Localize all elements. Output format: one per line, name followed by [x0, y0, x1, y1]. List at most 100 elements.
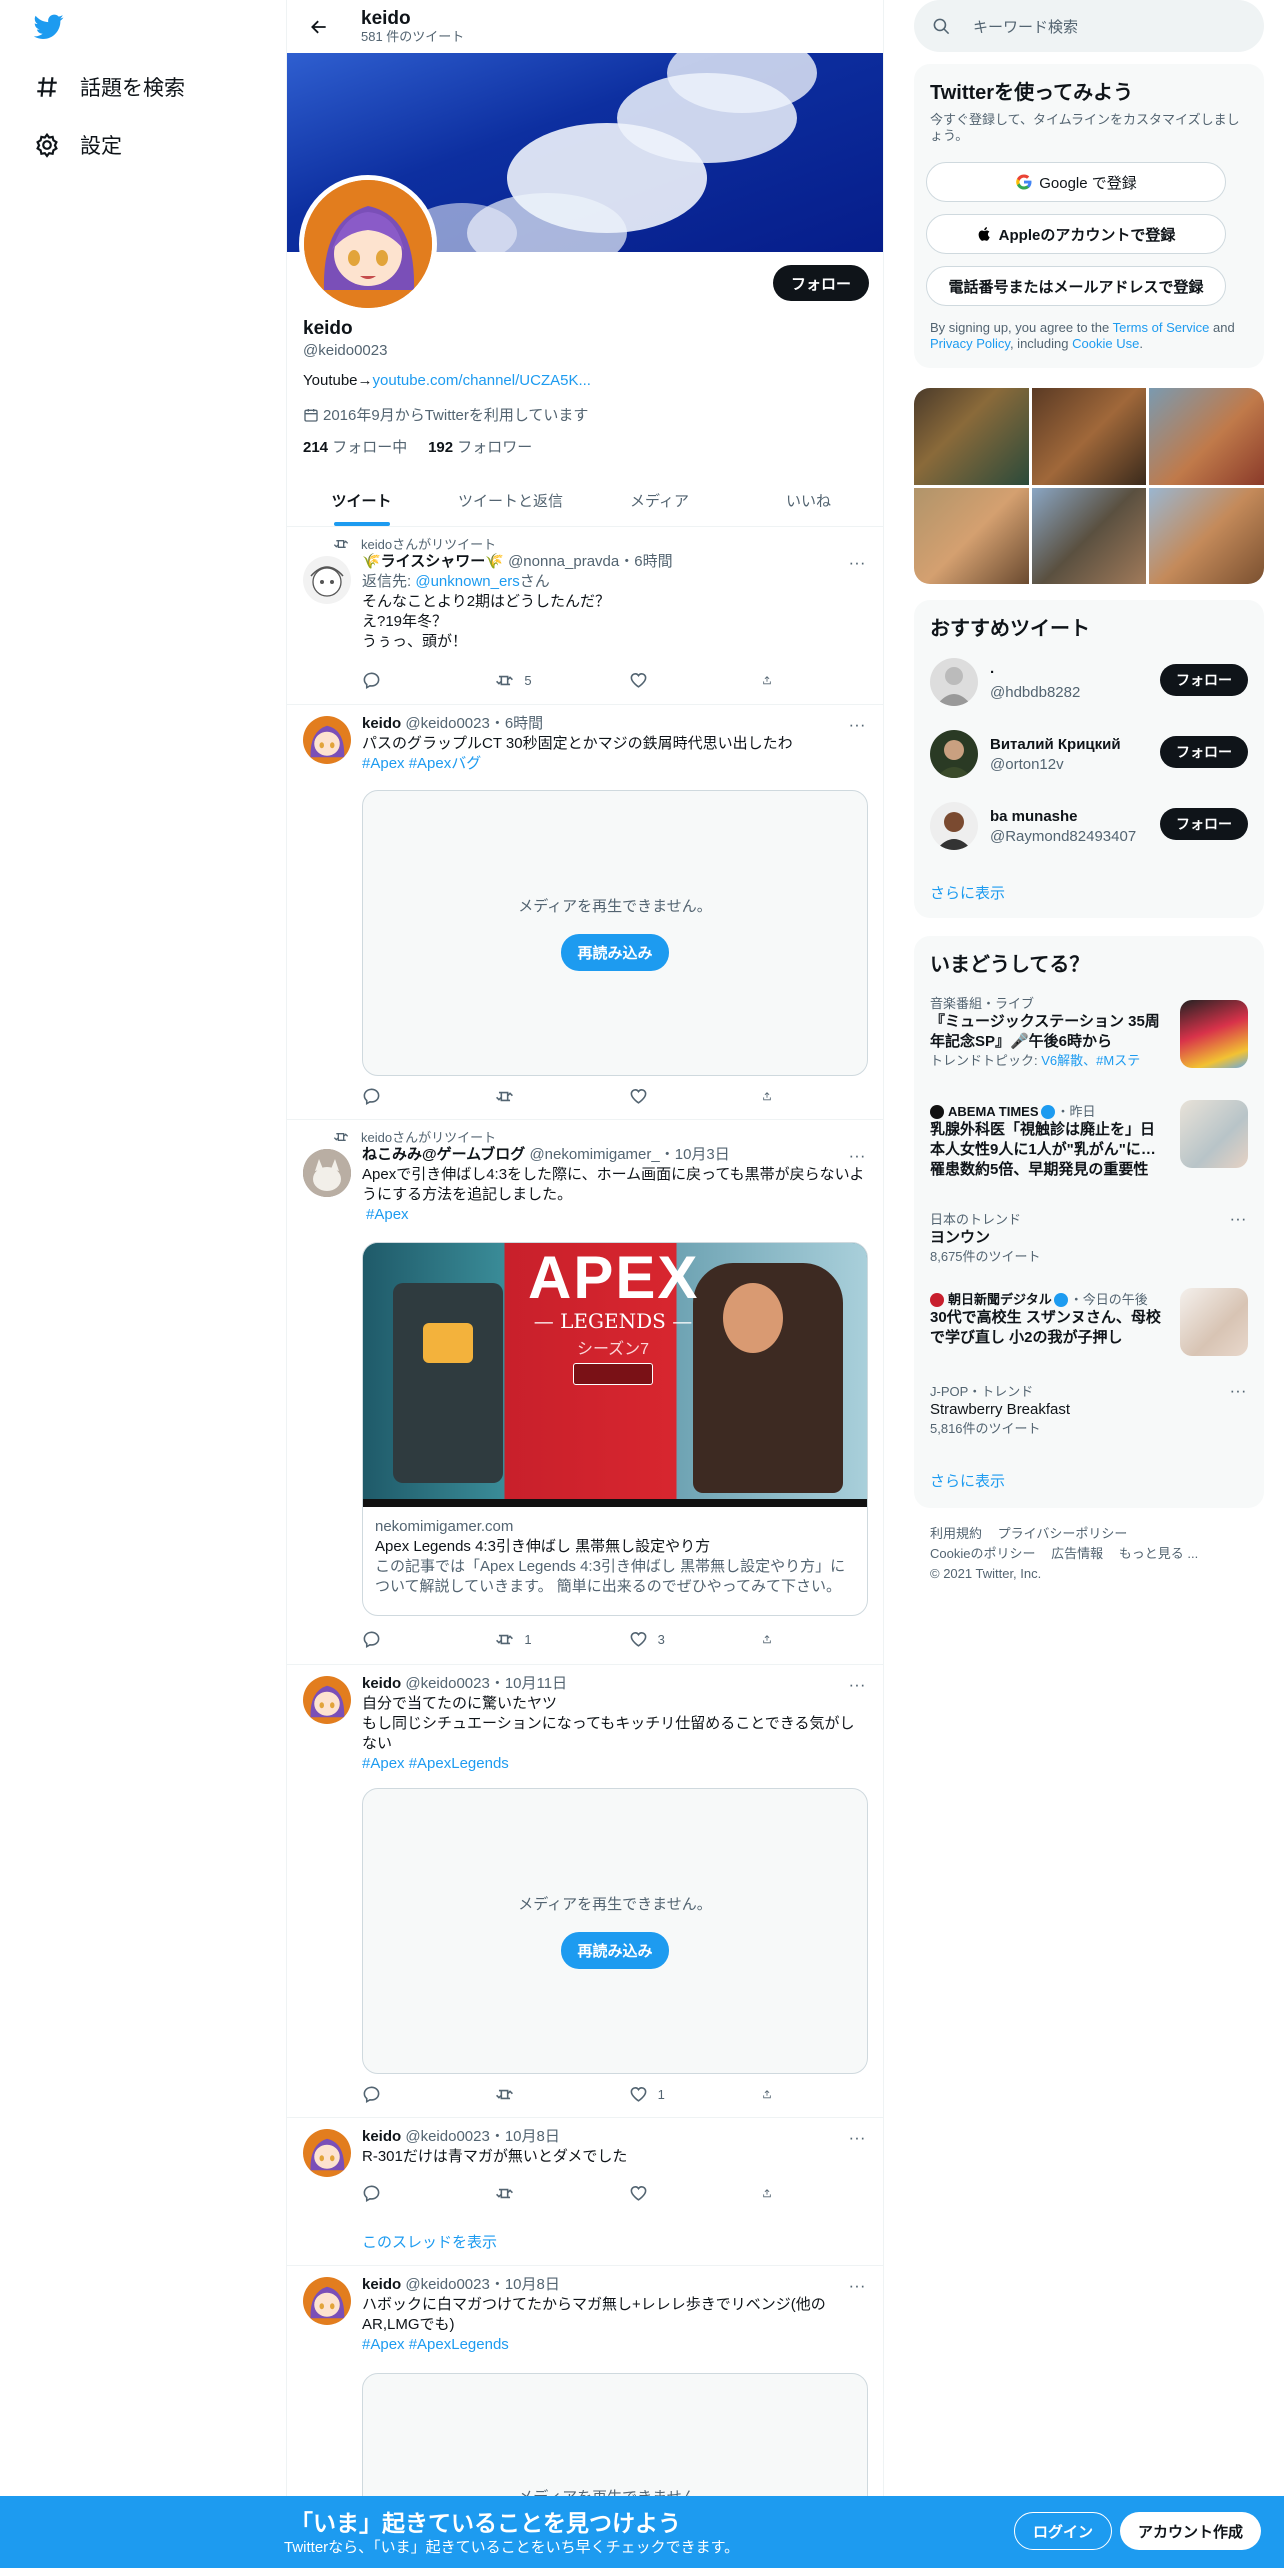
user-avatar[interactable] [303, 556, 351, 604]
share-button[interactable] [762, 2084, 782, 2104]
profile-avatar[interactable] [299, 175, 437, 313]
show-thread-link[interactable]: このスレッドを表示 [362, 2231, 497, 2252]
share-button[interactable] [762, 2183, 782, 2203]
trend-item[interactable]: J-POP・トレンド Strawberry Breakfast 5,816件のツ… [930, 1382, 1248, 1448]
trend-item[interactable]: 音楽番組・ライブ 『ミュージックステーション 35周年記念SP』🎤午後6時から … [930, 996, 1248, 1088]
user-avatar[interactable] [303, 2277, 351, 2325]
share-button[interactable] [762, 670, 782, 690]
more-options-icon[interactable]: ··· [847, 1676, 867, 1698]
footer-link[interactable]: 広告情報 [1051, 1546, 1103, 1561]
more-options-icon[interactable]: ··· [847, 2129, 867, 2151]
gallery-photo[interactable] [914, 487, 1029, 584]
user-avatar[interactable] [303, 2129, 351, 2177]
share-button[interactable] [762, 1086, 782, 1106]
tab-tweets[interactable]: ツイート [287, 475, 436, 526]
share-icon [763, 2089, 771, 2098]
tweet-author-name[interactable]: 🌾ライスシャワー🌾 [362, 553, 504, 570]
retweet-button[interactable]: 5 [495, 670, 585, 690]
like-button[interactable] [629, 670, 719, 690]
tab-tweets-replies[interactable]: ツイートと返信 [436, 475, 585, 526]
more-options-icon[interactable]: ··· [847, 1147, 867, 1169]
more-options-icon[interactable]: ··· [847, 554, 867, 576]
user-avatar[interactable] [303, 716, 351, 764]
trend-item[interactable]: ABEMA TIMES ・昨日 乳腺外科医「視触診は廃止を」日本人女性9人に1人… [930, 1100, 1248, 1204]
nav-explore[interactable]: 話題を検索 [34, 67, 185, 107]
follow-button[interactable]: フォロー [1160, 736, 1248, 768]
show-more-link[interactable]: さらに表示 [930, 882, 1005, 903]
tweet-hashtags[interactable]: #Apex #ApexLegends [362, 2335, 869, 2355]
like-button[interactable] [629, 1086, 719, 1106]
avatar [930, 802, 978, 850]
tweet[interactable]: keidoさんがリツイート 🌾ライスシャワー🌾 @nonna_pravda・6時… [287, 528, 883, 705]
user-avatar[interactable] [303, 1149, 351, 1197]
retweet-button[interactable] [495, 2183, 585, 2203]
apple-signup-button[interactable]: Appleのアカウントで登録 [926, 214, 1226, 254]
user-avatar[interactable] [303, 1676, 351, 1724]
reply-icon [363, 2086, 380, 2103]
reload-button[interactable]: 再読み込み [561, 1932, 669, 1969]
followers-link[interactable]: 192 フォロワー [428, 439, 532, 456]
gallery-photo[interactable] [914, 388, 1029, 485]
reply-button[interactable] [362, 2084, 452, 2104]
reply-button[interactable] [362, 670, 452, 690]
tweet-hashtags[interactable]: #Apex #ApexLegends [362, 1754, 869, 1774]
terms-link[interactable]: Terms of Service [1113, 320, 1210, 335]
link-card[interactable]: APEX — LEGENDS — シーズン7 nekomimigamer.com… [362, 1242, 868, 1616]
following-link[interactable]: 214 フォロー中 [303, 439, 407, 456]
gallery-photo[interactable] [1149, 388, 1264, 485]
tab-media[interactable]: メディア [585, 475, 734, 526]
more-options-icon[interactable]: ··· [1228, 1382, 1248, 1404]
footer-link[interactable]: 利用規約 [930, 1526, 982, 1541]
signup-button[interactable]: アカウント作成 [1120, 2512, 1262, 2550]
more-options-icon[interactable]: ··· [847, 716, 867, 738]
more-options-icon[interactable]: ··· [847, 2277, 867, 2299]
gallery-photo[interactable] [1031, 388, 1147, 485]
tweet[interactable]: keido @keido0023・10月8日 R-301だけは青マガが無いとダメ… [287, 2119, 883, 2266]
login-button[interactable]: ログイン [1014, 2512, 1113, 2550]
show-more-link[interactable]: さらに表示 [930, 1470, 1005, 1491]
follow-button[interactable]: フォロー [1160, 664, 1248, 696]
back-button[interactable] [301, 9, 337, 45]
reply-button[interactable] [362, 1086, 452, 1106]
like-button[interactable]: 3 [629, 1629, 719, 1649]
follow-button[interactable]: フォロー [1160, 808, 1248, 840]
reload-button[interactable]: 再読み込み [561, 934, 669, 971]
retweet-button[interactable] [495, 2084, 585, 2104]
gallery-photo[interactable] [1031, 487, 1147, 584]
suggested-user[interactable]: ba munashe @Raymond82493407 フォロー [930, 802, 1248, 854]
gallery-photo[interactable] [1149, 487, 1264, 584]
tweet-hashtags[interactable]: #Apex #Apexバグ [362, 754, 869, 774]
google-signup-button[interactable]: Google で登録 [926, 162, 1226, 202]
like-button[interactable] [629, 2183, 719, 2203]
more-options-icon[interactable]: ··· [1228, 1210, 1248, 1232]
privacy-link[interactable]: Privacy Policy [930, 336, 1010, 351]
tweet[interactable]: keido @keido0023・10月11日 自分で当てたのに驚いたヤツ もし… [287, 1666, 883, 2118]
phone-email-signup-button[interactable]: 電話番号またはメールアドレスで登録 [926, 266, 1226, 306]
reply-button[interactable] [362, 1629, 452, 1649]
reply-button[interactable] [362, 2183, 452, 2203]
who-to-follow-panel: おすすめツイート · @hdbdb8282 フォロー Виталий Крицк… [914, 600, 1264, 918]
footer-link[interactable]: もっと見る ... [1119, 1546, 1198, 1561]
header-tweet-count: 581 件のツイート [361, 28, 465, 44]
trend-item[interactable]: 日本のトレンド ヨンウン 8,675件のツイート ··· [930, 1210, 1248, 1276]
footer-link[interactable]: プライバシーポリシー [998, 1526, 1128, 1541]
footer-link[interactable]: Cookieのポリシー [930, 1546, 1035, 1561]
like-button[interactable]: 1 [629, 2084, 719, 2104]
suggested-user[interactable]: Виталий Крицкий @orton12v フォロー [930, 730, 1248, 782]
nav-settings[interactable]: 設定 [34, 125, 122, 165]
retweet-button[interactable] [495, 1086, 585, 1106]
retweet-button[interactable]: 1 [495, 1629, 585, 1649]
profile-follow-button[interactable]: フォロー [772, 265, 869, 301]
share-button[interactable] [762, 1629, 782, 1649]
cookie-link[interactable]: Cookie Use [1072, 336, 1139, 351]
twitter-logo-icon[interactable] [34, 14, 64, 40]
tweet[interactable]: keidoさんがリツイート ねこみみ@ゲームブログ @nekomimigamer… [287, 1121, 883, 1665]
tweet[interactable]: keido @keido0023・6時間 パスのグラップルCT 30秒固定とかマ… [287, 706, 883, 1120]
tweet-actions: 1 3 [362, 1629, 782, 1649]
suggested-user[interactable]: · @hdbdb8282 フォロー [930, 658, 1248, 710]
bio-link[interactable]: youtube.com/channel/UCZA5K... [373, 372, 591, 389]
trend-item[interactable]: 朝日新聞デジタル ・今日の午後 30代で高校生 スザンヌさん、母校で学び直し 小… [930, 1288, 1248, 1368]
search-input[interactable]: キーワード検索 [914, 0, 1264, 52]
tweet-hashtags[interactable]: #Apex [362, 1205, 869, 1225]
tab-likes[interactable]: いいね [734, 475, 883, 526]
